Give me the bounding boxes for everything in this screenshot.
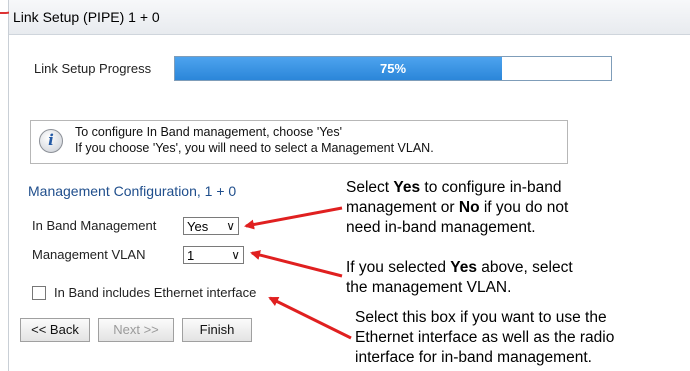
arrow-to-ethernet-checkbox [268, 296, 352, 340]
arrow-to-vlan-select [250, 250, 343, 278]
annotation-arrows [244, 206, 352, 340]
arrow-to-in-band-select [244, 206, 343, 230]
